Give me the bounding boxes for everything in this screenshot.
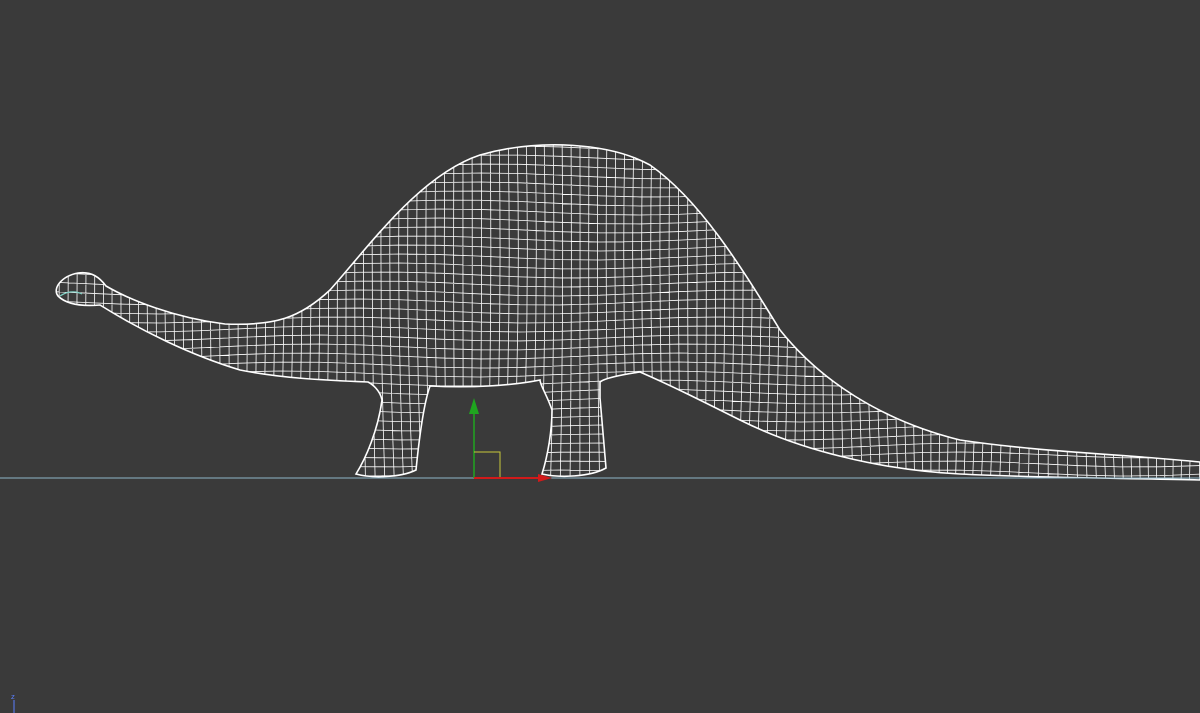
dinosaur-wireframe-mesh[interactable] (36, 130, 1200, 490)
mesh-edges (56, 144, 1200, 480)
axis-z-label: z (11, 693, 15, 701)
3d-viewport[interactable]: z (0, 0, 1200, 713)
gizmo-y-arrow[interactable] (469, 398, 479, 414)
viewport-canvas[interactable]: z (0, 0, 1200, 713)
view-axis-tripod-icon: z (11, 693, 15, 713)
gizmo-plane-handle[interactable] (474, 451, 501, 478)
transform-gizmo-icon[interactable] (469, 398, 552, 482)
dinosaur-outline (55, 144, 1200, 481)
